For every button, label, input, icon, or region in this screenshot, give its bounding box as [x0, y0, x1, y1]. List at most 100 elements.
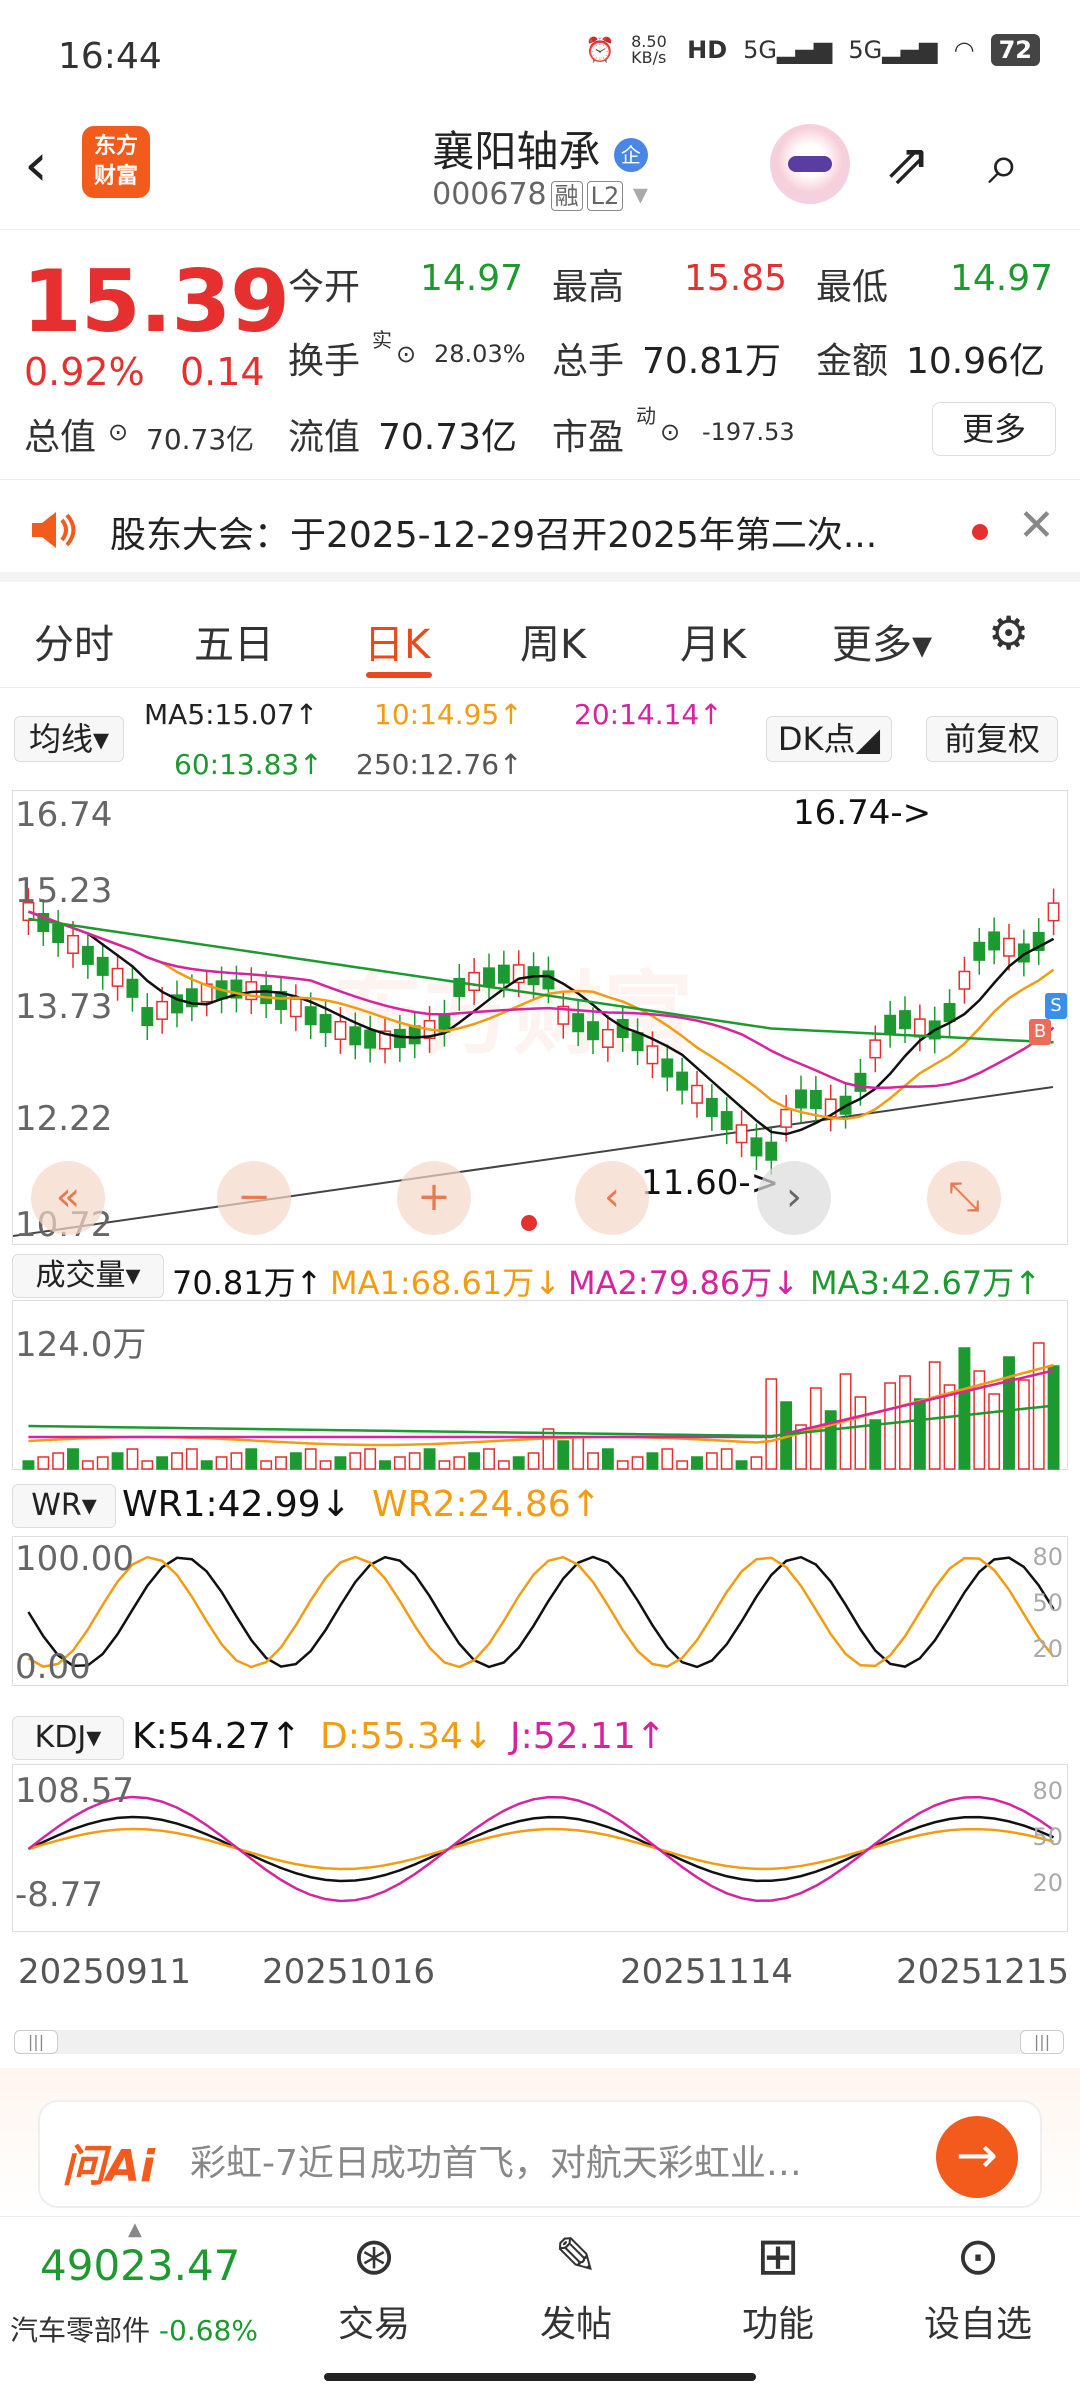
volume-bar: [765, 1378, 778, 1470]
volume-bar: [379, 1460, 391, 1470]
high-value: 15.85: [684, 258, 788, 299]
wr-ytop: 100.00: [15, 1539, 134, 1579]
kdj-chart[interactable]: 108.57 -8.77 80 50 20: [12, 1764, 1068, 1932]
candles-svg: [13, 888, 1060, 1237]
functions-label: 功能: [741, 2304, 814, 2345]
event-dot[interactable]: [521, 1215, 537, 1231]
watchlist-label: 设自选: [923, 2304, 1032, 2345]
tab-monthly-k[interactable]: 月K: [680, 612, 746, 670]
stock-header: ‹ 东方 财富 襄阳轴承 企 000678 融 L2 ▾ ⇗ ⌕: [0, 110, 1080, 230]
candle-body: [705, 1097, 718, 1117]
indicator-select-volume[interactable]: 成交量▾: [12, 1254, 164, 1298]
gear-icon[interactable]: ⚙: [988, 606, 1029, 660]
zoom-out-icon[interactable]: −: [217, 1161, 291, 1235]
functions-button[interactable]: ⊞ 功能: [708, 2227, 848, 2347]
volume-bar: [572, 1436, 585, 1470]
share-icon[interactable]: ⇗: [884, 132, 931, 197]
candle-body: [601, 1028, 614, 1048]
turnover-label: 换手: [288, 341, 361, 382]
net1-label: 5G: [743, 36, 778, 64]
candle-body: [795, 1089, 807, 1109]
volume-bar: [156, 1456, 169, 1470]
zoom-in-icon[interactable]: +: [397, 1161, 471, 1235]
open-label: 今开: [288, 267, 361, 308]
volume-bar: [304, 1448, 317, 1470]
candle-body: [1047, 902, 1060, 922]
dk-point-button[interactable]: DK点◢: [766, 716, 892, 762]
sector-index-value[interactable]: 49023.47: [40, 2241, 240, 2290]
buy-marker[interactable]: B: [1029, 1019, 1051, 1045]
candle-body: [126, 978, 139, 998]
sell-marker[interactable]: S: [1045, 993, 1067, 1019]
ask-ai-prompt: 彩虹-7近日成功首飞，对航天彩虹业…: [190, 2143, 802, 2184]
ma-legend: 均线▾ MA5:15.07↑ 10:14.95↑ 20:14.14↑ 60:13…: [0, 694, 1080, 786]
open-value: 14.97: [420, 258, 524, 299]
volume-bar: [646, 1452, 659, 1470]
ask-ai-bar[interactable]: 问Ai 彩虹-7近日成功首飞，对航天彩虹业… →: [38, 2100, 1042, 2208]
kdj-r80: 80: [1032, 1777, 1063, 1805]
candle-body: [913, 1018, 926, 1038]
info-icon-pe[interactable]: ⊙: [660, 418, 680, 446]
range-scrollbar[interactable]: ||| |||: [14, 2030, 1064, 2054]
yen-icon: ⊛: [352, 2227, 396, 2287]
volume-bar: [512, 1456, 525, 1470]
post-button[interactable]: ✎ 发帖: [506, 2227, 646, 2347]
trade-button[interactable]: ⊛ 交易: [304, 2227, 444, 2347]
volume-bar: [542, 1428, 555, 1470]
y-label-4: 12.22: [15, 1099, 113, 1139]
candle-body: [765, 1141, 778, 1161]
more-button[interactable]: 更多: [932, 402, 1056, 456]
kdj-selector-label: KDJ: [34, 1720, 87, 1755]
scroll-left-icon[interactable]: «: [31, 1161, 105, 1235]
ai-robot-icon[interactable]: [770, 124, 850, 204]
info-icon-turnover[interactable]: ⊙: [396, 340, 416, 368]
enterprise-badge: 企: [613, 137, 648, 172]
wr-chart[interactable]: 100.00 0.00 80 50 20: [12, 1536, 1068, 1687]
volume-bar: [557, 1440, 570, 1470]
volume-bar: [423, 1448, 436, 1470]
volume-bar: [854, 1396, 867, 1470]
float-label: 流值: [288, 417, 361, 458]
tab-daily-k[interactable]: 日K: [364, 612, 430, 670]
low-value: 14.97: [950, 258, 1054, 299]
arrow-right-icon[interactable]: →: [936, 2116, 1018, 2198]
tab-intraday[interactable]: 分时: [34, 612, 114, 670]
tab-more[interactable]: 更多▾: [832, 612, 932, 670]
indicator-select-kdj[interactable]: KDJ▾: [12, 1716, 124, 1760]
candle-body: [676, 1071, 689, 1091]
next-icon[interactable]: ›: [757, 1161, 831, 1235]
volume-chart[interactable]: 124.0万: [12, 1300, 1068, 1470]
kdj-ytop: 108.57: [15, 1771, 134, 1811]
candlestick-chart[interactable]: 东方财富 16.74 15.23 13.73 12.22 10.72 16.74…: [12, 790, 1068, 1245]
info-icon-mcap[interactable]: ⊙: [108, 418, 128, 446]
indicator-select-wr[interactable]: WR▾: [12, 1484, 116, 1528]
candle-body: [408, 1025, 421, 1045]
volume-bar: [601, 1448, 614, 1470]
search-icon[interactable]: ⌕: [988, 132, 1019, 198]
close-icon[interactable]: ✕: [1018, 500, 1055, 551]
volume-bar: [720, 1448, 733, 1470]
forward-adjust-button[interactable]: 前复权: [926, 716, 1058, 762]
range-handle-right[interactable]: |||: [1020, 2030, 1064, 2054]
speaker-icon: [32, 512, 76, 548]
range-handle-left[interactable]: |||: [14, 2030, 58, 2054]
candle-body: [393, 1028, 406, 1048]
volume-bar: [1047, 1365, 1060, 1470]
sector-name-row[interactable]: 汽车零部件 -0.68%: [10, 2309, 258, 2349]
candle-body: [96, 956, 109, 976]
tab-five-day[interactable]: 五日: [194, 612, 274, 670]
volume-bar: [334, 1456, 347, 1470]
ma20-label: 20:14.14↑: [574, 698, 723, 731]
notice-bar[interactable]: 股东大会：于2025-12-29召开2025年第二次... ✕: [0, 482, 1080, 582]
fullscreen-icon[interactable]: ⤡: [927, 1161, 1001, 1235]
prev-icon[interactable]: ‹: [575, 1161, 649, 1235]
kdj-r50: 50: [1032, 1823, 1063, 1851]
tab-weekly-k[interactable]: 周K: [520, 612, 586, 670]
candle-body: [631, 1032, 644, 1052]
indicator-select-ma[interactable]: 均线▾: [14, 716, 124, 762]
volume-bar: [319, 1460, 332, 1470]
candle-body: [869, 1039, 882, 1059]
candle-body: [67, 934, 79, 954]
candle-body: [988, 931, 1001, 951]
add-watchlist-button[interactable]: ⊙ 设自选: [908, 2227, 1048, 2347]
